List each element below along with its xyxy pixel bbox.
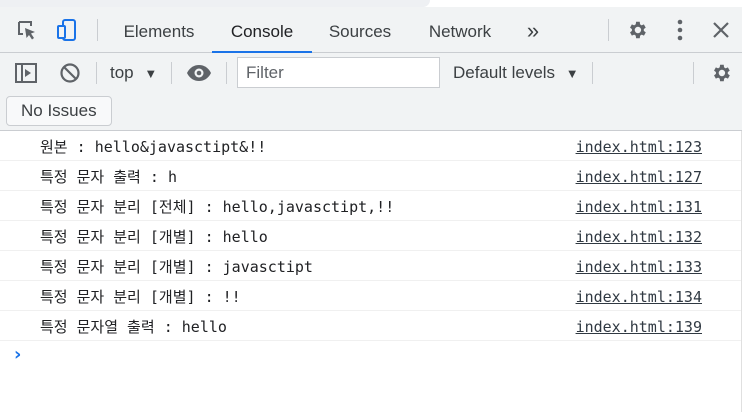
source-link[interactable]: index.html:134 xyxy=(576,281,702,313)
toolbar-divider-5 xyxy=(693,62,694,84)
clear-console-icon[interactable] xyxy=(56,53,84,93)
console-message: 특정 문자열 출력 : hello index.html:139 xyxy=(0,311,742,341)
message-text: 원본 : hello&javasctipt&!! xyxy=(40,138,267,156)
tab-console[interactable]: Console xyxy=(212,7,312,53)
tabbar-divider-right xyxy=(608,19,609,41)
no-issues-button[interactable]: No Issues xyxy=(6,96,112,126)
sidebar-toggle-icon[interactable] xyxy=(12,53,40,93)
message-text: 특정 문자 분리 [개별] : hello xyxy=(40,228,268,246)
more-options-icon[interactable] xyxy=(665,7,695,53)
console-message: 특정 문자 분리 [개별] : hello index.html:132 xyxy=(0,221,742,251)
chevron-down-icon: ▼ xyxy=(565,66,579,81)
issues-bar: No Issues xyxy=(0,93,742,131)
source-link[interactable]: index.html:139 xyxy=(576,311,702,343)
more-tabs-button[interactable]: » xyxy=(518,7,548,52)
close-icon[interactable] xyxy=(706,7,736,53)
console-message: 원본 : hello&javasctipt&!! index.html:123 xyxy=(0,131,742,161)
source-link[interactable]: index.html:127 xyxy=(576,161,702,193)
console-message: 특정 문자 분리 [개별] : javasctipt index.html:13… xyxy=(0,251,742,281)
source-link[interactable]: index.html:131 xyxy=(576,191,702,223)
tab-sources[interactable]: Sources xyxy=(318,7,402,52)
console-message: 특정 문자 분리 [개별] : !! index.html:134 xyxy=(0,281,742,311)
toolbar-divider-3 xyxy=(226,62,227,84)
console-settings-gear-icon[interactable] xyxy=(706,53,736,93)
tab-network[interactable]: Network xyxy=(415,7,505,52)
tab-elements[interactable]: Elements xyxy=(112,7,206,52)
console-log: 원본 : hello&javasctipt&!! index.html:123 … xyxy=(0,131,742,365)
source-link[interactable]: index.html:123 xyxy=(576,131,702,163)
console-message: 특정 문자 분리 [전체] : hello,javasctipt,!! inde… xyxy=(0,191,742,221)
tabbar-divider xyxy=(97,19,98,41)
devtools-tabbar: Elements Console Sources Network » xyxy=(0,7,742,53)
toolbar-divider-4 xyxy=(592,62,593,84)
gear-icon[interactable] xyxy=(622,7,652,53)
message-text: 특정 문자 출력 : h xyxy=(40,168,177,186)
context-label: top xyxy=(110,63,134,82)
message-text: 특정 문자 분리 [개별] : javasctipt xyxy=(40,258,313,276)
device-toolbar-icon[interactable] xyxy=(52,7,82,53)
message-text: 특정 문자 분리 [개별] : !! xyxy=(40,288,241,306)
toolbar-divider-2 xyxy=(171,62,172,84)
context-selector[interactable]: top ▼ xyxy=(110,53,157,93)
log-levels-label: Default levels xyxy=(453,63,556,82)
inspect-element-icon[interactable] xyxy=(12,7,42,53)
log-levels-dropdown[interactable]: Default levels ▼ xyxy=(453,53,579,93)
filter-input[interactable] xyxy=(237,57,440,88)
console-prompt[interactable]: › xyxy=(14,344,21,365)
chevron-down-icon: ▼ xyxy=(144,66,158,81)
source-link[interactable]: index.html:132 xyxy=(576,221,702,253)
eye-icon[interactable] xyxy=(184,53,214,93)
console-message: 특정 문자 출력 : h index.html:127 xyxy=(0,161,742,191)
window-top-strip xyxy=(0,0,430,7)
toolbar-divider xyxy=(96,62,97,84)
message-text: 특정 문자열 출력 : hello xyxy=(40,318,227,336)
message-text: 특정 문자 분리 [전체] : hello,javasctipt,!! xyxy=(40,198,395,216)
console-toolbar: top ▼ Default levels ▼ xyxy=(0,53,742,93)
source-link[interactable]: index.html:133 xyxy=(576,251,702,283)
